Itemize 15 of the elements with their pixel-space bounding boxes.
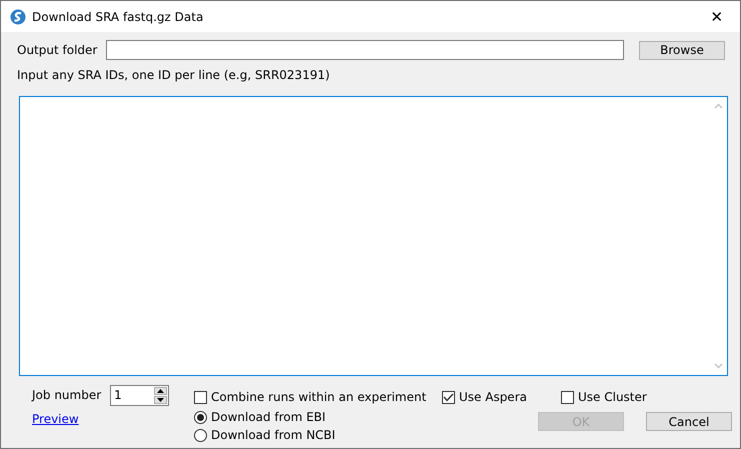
- checkbox-label[interactable]: Use Aspera: [459, 390, 527, 404]
- close-button[interactable]: ✕: [694, 1, 740, 32]
- window-title: Download SRA fastq.gz Data: [32, 10, 204, 24]
- preview-link[interactable]: Preview: [32, 408, 194, 426]
- checkbox-label[interactable]: Combine runs within an experiment: [211, 390, 426, 404]
- output-folder-label: Output folder: [17, 43, 98, 57]
- job-number-spinner[interactable]: 1: [110, 384, 170, 406]
- job-number-value: 1: [113, 386, 122, 404]
- instruction-text: Input any SRA IDs, one ID per line (e.g, SRR023191): [16, 68, 331, 84]
- radio-label[interactable]: Download from EBI: [211, 410, 326, 424]
- browse-button[interactable]: Browse: [639, 40, 725, 60]
- job-number-label: Job number: [32, 388, 102, 402]
- checkbox-label[interactable]: Use Cluster: [578, 390, 647, 404]
- cancel-button[interactable]: Cancel: [646, 412, 732, 431]
- radio-label[interactable]: Download from NCBI: [211, 428, 336, 442]
